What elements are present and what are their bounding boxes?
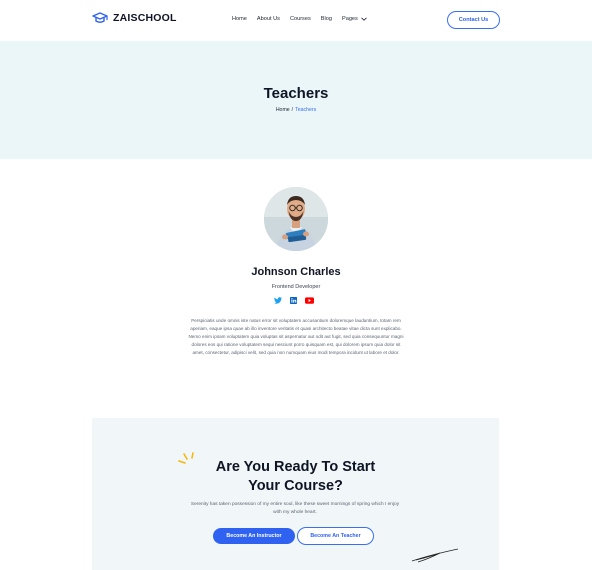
cta-section: Are You Ready To Start Your Course? Sere… <box>92 418 499 570</box>
page-title: Teachers <box>263 85 329 102</box>
become-teacher-button[interactable]: Become An Teacher <box>297 527 374 545</box>
chevron-down-icon <box>361 17 367 21</box>
scribble-decoration-icon <box>411 548 459 563</box>
nav-pages-label: Pages <box>341 16 358 22</box>
linkedin-icon[interactable] <box>289 296 298 305</box>
teacher-bio: Perspiciatis unde omnis iste natus error… <box>188 318 404 355</box>
main-nav: Home About Us Courses Blog Pages <box>232 16 367 22</box>
breadcrumb-separator: / <box>291 107 294 113</box>
cta-title-line1: Are You Ready To Start <box>215 459 376 475</box>
nav-courses[interactable]: Courses <box>290 16 311 22</box>
logo[interactable]: ZAISCHOOL <box>92 12 177 24</box>
teacher-role: Frontend Developer <box>271 284 321 290</box>
youtube-icon[interactable] <box>305 296 314 305</box>
contact-us-button[interactable]: Contact Us <box>447 11 500 29</box>
twitter-icon[interactable] <box>273 296 282 305</box>
breadcrumb-home[interactable]: Home <box>276 107 290 113</box>
nav-blog[interactable]: Blog <box>321 16 332 22</box>
site-header: ZAISCHOOL Home About Us Courses Blog Pag… <box>0 0 592 41</box>
cta-description: Serenity has taken possession of my enti… <box>190 502 400 515</box>
brand-name: ZAISCHOOL <box>113 12 177 24</box>
become-instructor-button[interactable]: Become An Instructor <box>213 528 295 544</box>
page-banner: Teachers Home / Teachers <box>0 41 592 159</box>
teacher-name: Johnson Charles <box>251 266 341 278</box>
breadcrumb: Home / Teachers <box>0 107 592 113</box>
cta-title-line2: Your Course? <box>248 478 343 494</box>
breadcrumb-current: Teachers <box>295 107 317 113</box>
social-links <box>273 296 314 305</box>
teacher-avatar <box>264 187 328 251</box>
nav-about-us[interactable]: About Us <box>257 16 280 22</box>
cta-title: Are You Ready To Start Your Course? <box>92 458 499 496</box>
graduation-cap-icon <box>92 12 108 24</box>
nav-pages[interactable]: Pages <box>342 16 367 22</box>
nav-home[interactable]: Home <box>232 16 247 22</box>
